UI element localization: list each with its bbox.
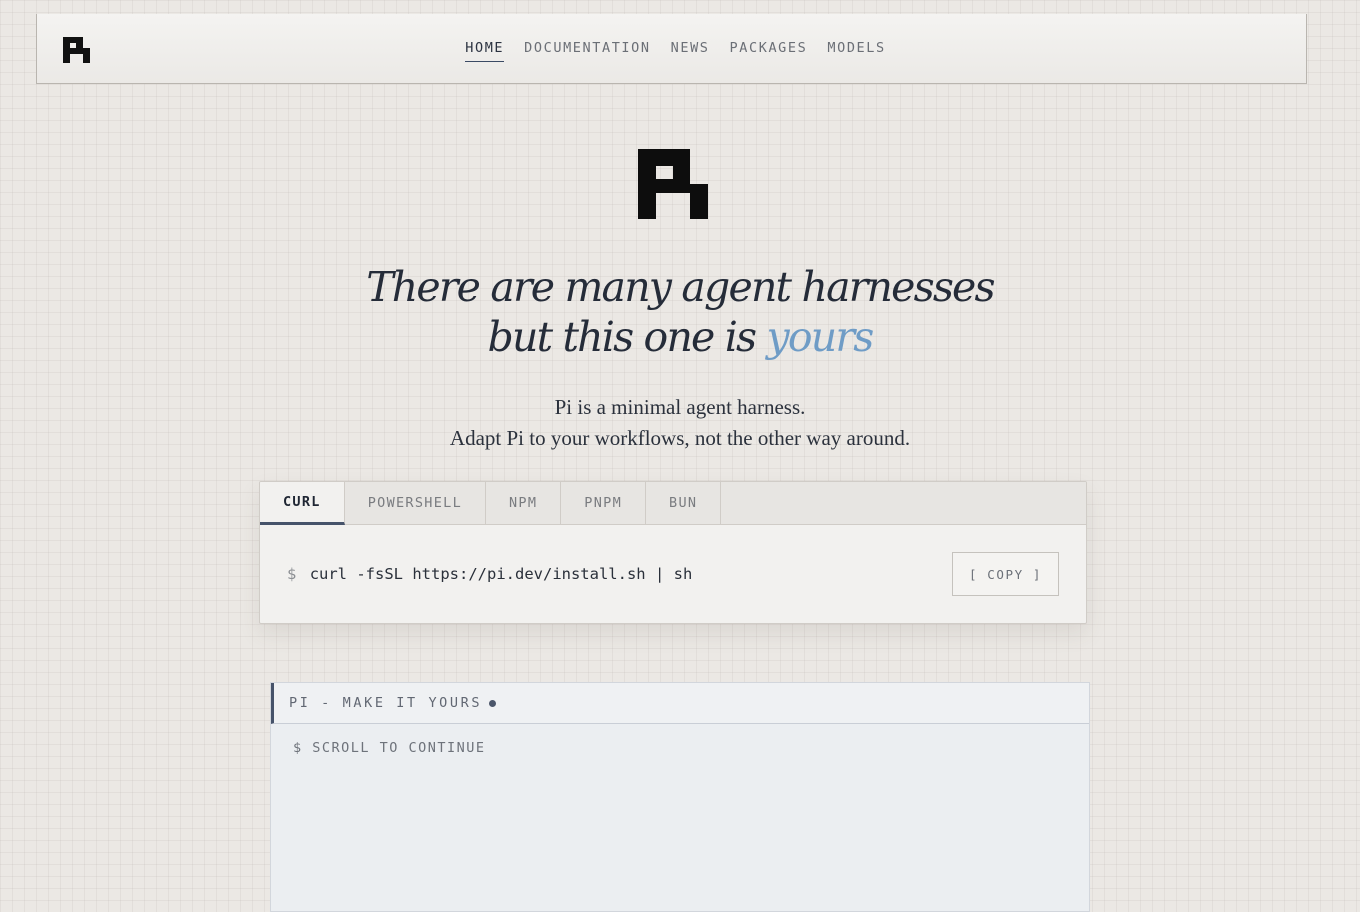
terminal-panel: PI - MAKE IT YOURS $ SCROLL TO CONTINUE	[270, 682, 1090, 912]
tab-pnpm[interactable]: PNPM	[561, 482, 647, 524]
top-nav: HOME DOCUMENTATION NEWS PACKAGES MODELS	[36, 14, 1307, 84]
terminal-header: PI - MAKE IT YOURS	[271, 683, 1089, 724]
command-text: curl -fsSL https://pi.dev/install.sh | s…	[309, 565, 693, 583]
nav-link-documentation[interactable]: DOCUMENTATION	[524, 40, 650, 62]
tab-npm[interactable]: NPM	[486, 482, 562, 524]
nav-links: HOME DOCUMENTATION NEWS PACKAGES MODELS	[37, 40, 1306, 62]
terminal-title: PI - MAKE IT YOURS	[289, 695, 483, 711]
tagline-line-1: Pi is a minimal agent harness.	[554, 395, 806, 419]
nav-link-packages[interactable]: PACKAGES	[730, 40, 808, 62]
pi-hero-logo-icon	[638, 149, 708, 219]
install-command[interactable]: $ curl -fsSL https://pi.dev/install.sh |…	[287, 565, 692, 583]
install-tabbar: CURL POWERSHELL NPM PNPM BUN	[260, 482, 1086, 525]
copy-button[interactable]: [ COPY ]	[952, 552, 1059, 596]
tab-powershell[interactable]: POWERSHELL	[345, 482, 486, 524]
headline-line-1: There are many agent harnesses	[366, 263, 995, 311]
terminal-line: $ SCROLL TO CONTINUE	[293, 740, 486, 756]
nav-link-home[interactable]: HOME	[465, 40, 505, 62]
headline-line-2-prefix: but this one is	[487, 313, 767, 361]
install-card: CURL POWERSHELL NPM PNPM BUN $ curl -fsS…	[259, 481, 1087, 624]
tab-curl[interactable]: CURL	[260, 482, 345, 525]
command-prompt: $	[287, 565, 297, 583]
hero-headline: There are many agent harnesses but this …	[0, 262, 1360, 362]
terminal-body[interactable]: $ SCROLL TO CONTINUE	[271, 724, 1089, 756]
headline-accent-word: yours	[766, 313, 875, 361]
nav-link-models[interactable]: MODELS	[827, 40, 885, 62]
hero-tagline: Pi is a minimal agent harness. Adapt Pi …	[0, 392, 1360, 454]
tab-bun[interactable]: BUN	[646, 482, 722, 524]
nav-link-news[interactable]: NEWS	[671, 40, 710, 62]
tagline-line-2: Adapt Pi to your workflows, not the othe…	[449, 426, 911, 450]
status-dot-icon	[489, 699, 497, 707]
